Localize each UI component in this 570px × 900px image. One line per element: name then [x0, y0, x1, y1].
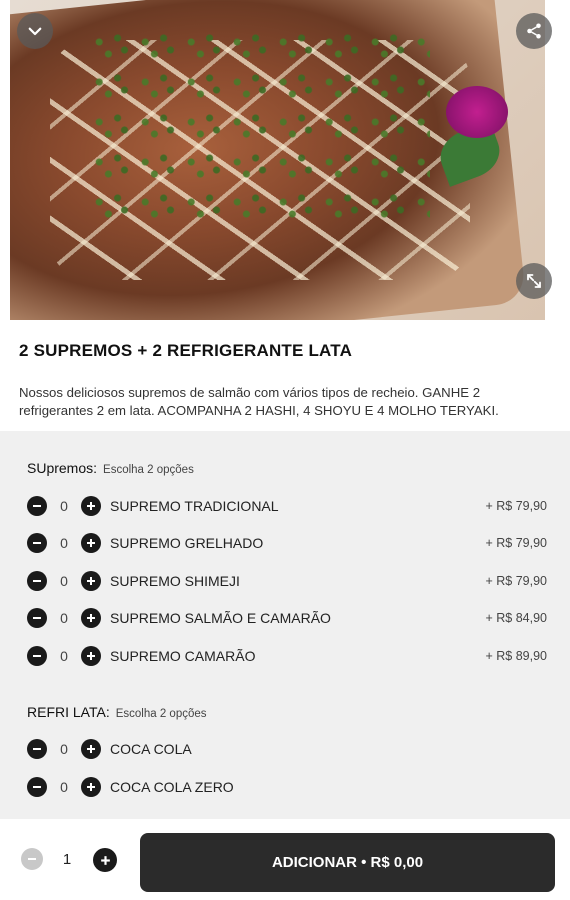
share-icon [527, 23, 541, 39]
option-row: 0 COCA COLA ZERO [27, 775, 547, 799]
add-to-cart-button[interactable]: ADICIONAR • R$ 0,00 [140, 833, 555, 892]
herbs-garnish [90, 30, 430, 230]
product-description: Nossos deliciosos supremos de salmão com… [19, 385, 499, 418]
flower-garnish [446, 86, 508, 138]
option-quantity: 0 [60, 535, 68, 551]
option-quantity: 0 [60, 648, 68, 664]
product-title: 2 SUPREMOS + 2 REFRIGERANTE LATA [19, 341, 353, 360]
expand-image-button[interactable] [516, 263, 552, 299]
option-name: SUPREMO GRELHADO [110, 535, 264, 551]
option-quantity: 0 [60, 741, 68, 757]
option-row: 0 SUPREMO GRELHADO + R$ 79,90 [27, 531, 547, 555]
minus-circle-icon[interactable] [27, 646, 47, 666]
minus-circle-icon[interactable] [27, 739, 47, 759]
product-image [10, 0, 545, 320]
plus-circle-icon[interactable] [81, 777, 101, 797]
minus-circle-icon[interactable] [27, 496, 47, 516]
option-name: SUPREMO CAMARÃO [110, 648, 256, 664]
group-name: REFRI LATA: [27, 704, 110, 720]
plus-circle-icon[interactable] [81, 608, 101, 628]
option-row: 0 SUPREMO SALMÃO E CAMARÃO + R$ 84,90 [27, 606, 547, 630]
option-quantity: 0 [60, 610, 68, 626]
share-button[interactable] [516, 13, 552, 49]
option-price: + R$ 79,90 [485, 499, 547, 513]
plus-circle-icon[interactable] [81, 571, 101, 591]
back-button[interactable] [17, 13, 53, 49]
option-price: + R$ 89,90 [485, 649, 547, 663]
minus-circle-icon[interactable] [27, 533, 47, 553]
footer-bar: 1 ADICIONAR • R$ 0,00 [0, 819, 570, 900]
cart-quantity: 1 [62, 851, 72, 868]
option-quantity: 0 [60, 573, 68, 589]
option-name: COCA COLA ZERO [110, 779, 234, 795]
plus-circle-icon[interactable] [81, 739, 101, 759]
option-price: + R$ 84,90 [485, 611, 547, 625]
option-name: SUPREMO SALMÃO E CAMARÃO [110, 610, 331, 626]
group-header-supremos: SUpremos: Escolha 2 opções [27, 460, 194, 476]
option-row: 0 SUPREMO CAMARÃO + R$ 89,90 [27, 644, 547, 668]
option-name: SUPREMO TRADICIONAL [110, 498, 279, 514]
option-quantity: 0 [60, 779, 68, 795]
option-row: 0 SUPREMO TRADICIONAL + R$ 79,90 [27, 494, 547, 518]
chevron-down-icon [28, 27, 42, 36]
expand-icon [527, 274, 541, 288]
minus-circle-icon[interactable] [21, 848, 43, 870]
plus-circle-icon[interactable] [81, 646, 101, 666]
minus-circle-icon[interactable] [27, 608, 47, 628]
option-quantity: 0 [60, 498, 68, 514]
plus-circle-icon[interactable] [93, 848, 117, 872]
option-name: COCA COLA [110, 741, 192, 757]
plus-circle-icon[interactable] [81, 533, 101, 553]
group-header-refri: REFRI LATA: Escolha 2 opções [27, 704, 207, 720]
group-hint: Escolha 2 opções [103, 464, 194, 476]
option-name: SUPREMO SHIMEJI [110, 573, 240, 589]
option-price: + R$ 79,90 [485, 536, 547, 550]
options-panel: SUpremos: Escolha 2 opções 0 SUPREMO TRAD… [0, 431, 570, 819]
option-row: 0 SUPREMO SHIMEJI + R$ 79,90 [27, 569, 547, 593]
option-price: + R$ 79,90 [485, 574, 547, 588]
group-hint: Escolha 2 opções [115, 708, 207, 720]
plus-circle-icon[interactable] [81, 496, 101, 516]
minus-circle-icon[interactable] [27, 777, 47, 797]
option-row: 0 COCA COLA [27, 737, 547, 761]
group-name: SUpremos: [27, 460, 98, 476]
minus-circle-icon[interactable] [27, 571, 47, 591]
